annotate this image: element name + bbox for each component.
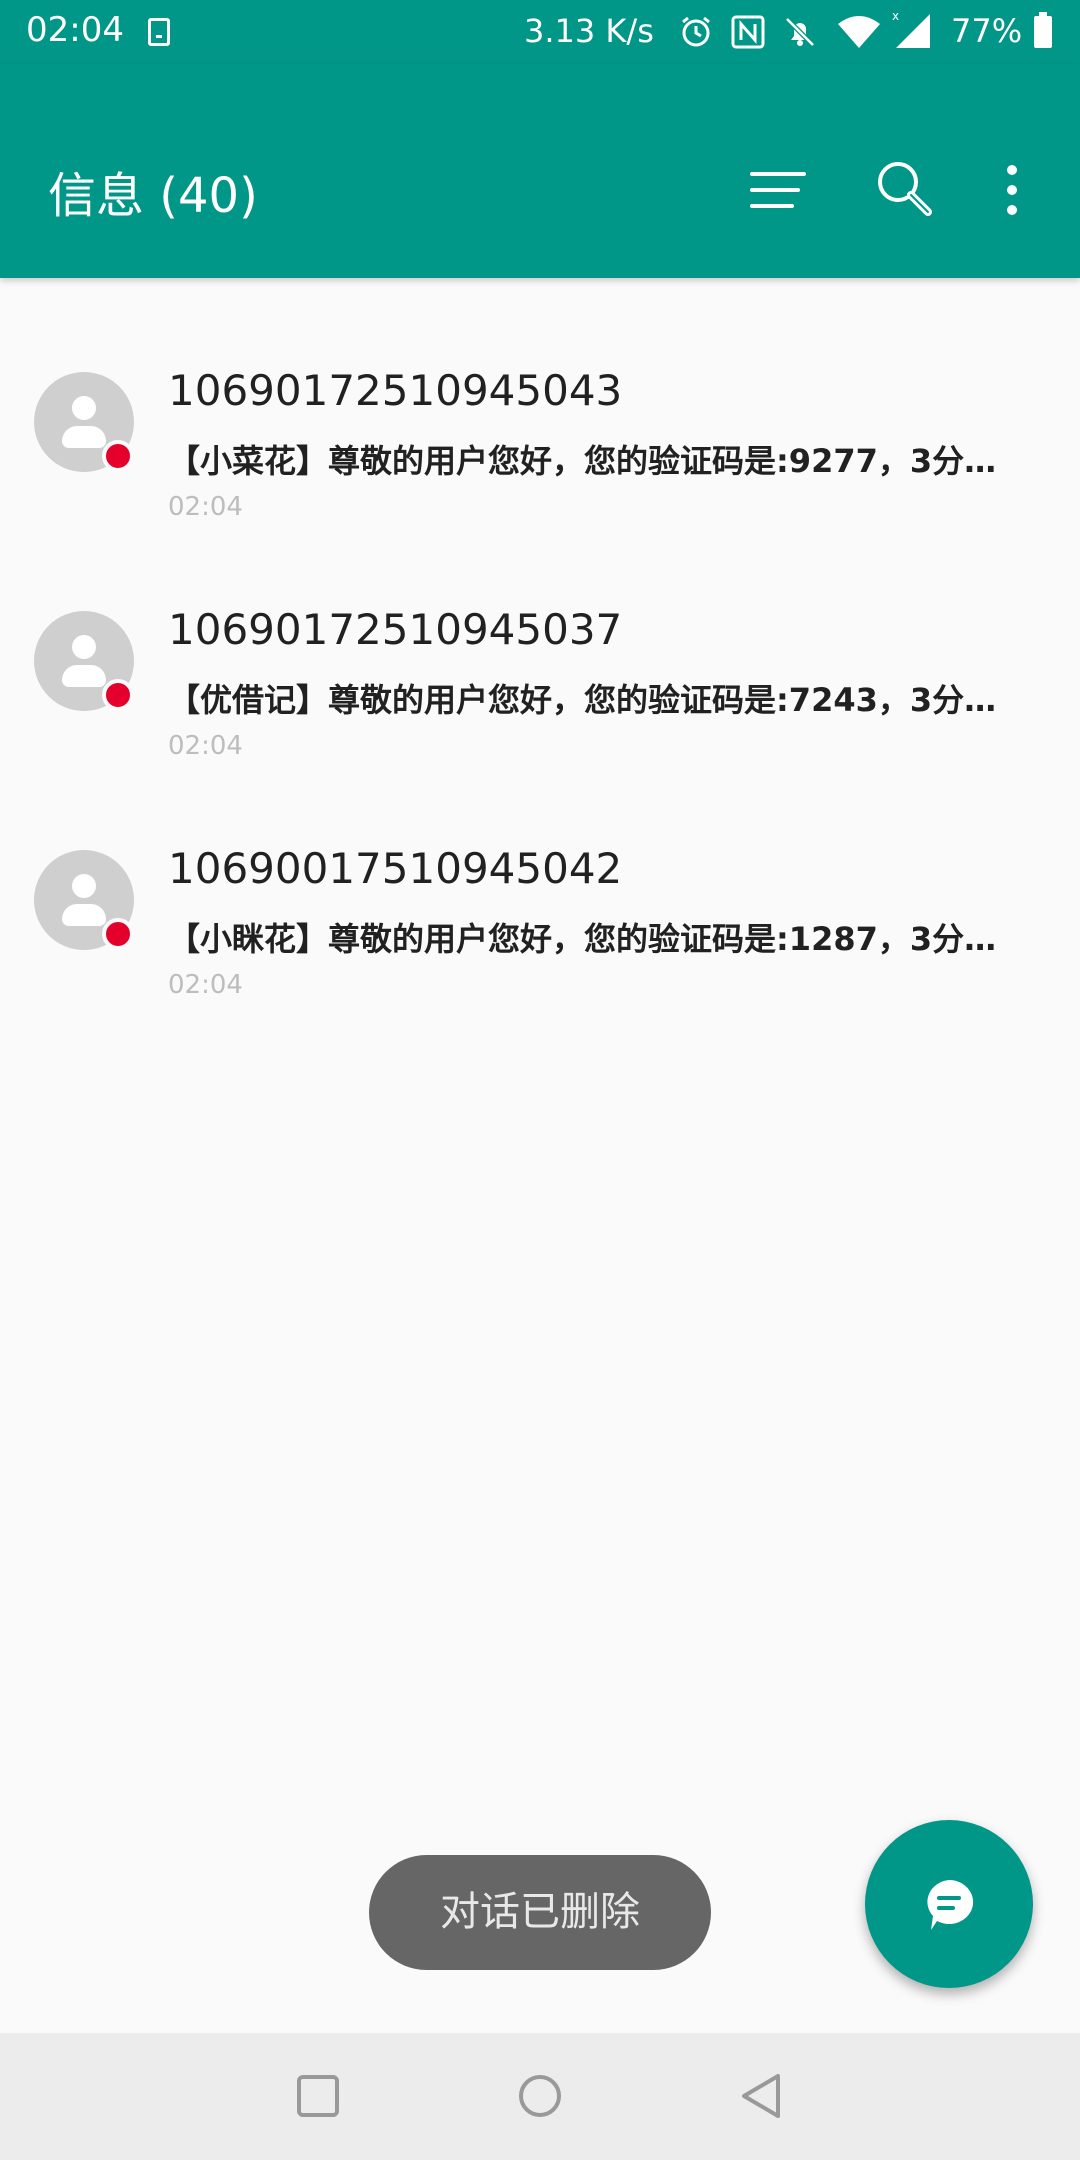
unread-indicator bbox=[102, 918, 134, 950]
unread-indicator bbox=[102, 440, 134, 472]
nfc-icon bbox=[731, 15, 765, 49]
conversation-sender: 10690172510945043 bbox=[168, 366, 623, 415]
conversation-snippet: 【小菜花】尊敬的用户您好，您的验证码是:9277，3分钟内有效 bbox=[168, 442, 1018, 480]
new-message-icon bbox=[927, 1879, 974, 1930]
page-title: 信息 (40) bbox=[48, 168, 258, 224]
toast-message: 对话已删除 bbox=[369, 1855, 711, 1970]
unread-indicator bbox=[102, 679, 134, 711]
conversation-sender: 10690172510945037 bbox=[168, 605, 623, 654]
more-vert-icon[interactable] bbox=[972, 150, 1052, 230]
new-message-button[interactable] bbox=[865, 1820, 1033, 1988]
network-speed: 3.13 K/s bbox=[524, 12, 654, 50]
battery-icon bbox=[1034, 12, 1052, 48]
status-time: 02:04 bbox=[26, 10, 124, 50]
person-icon bbox=[72, 874, 96, 898]
conversation-item[interactable]: 10690017510945042 【小眯花】尊敬的用户您好，您的验证码是:12… bbox=[0, 756, 1080, 1000]
status-bar: 02:04 3.13 K/s x 77% bbox=[0, 0, 1080, 64]
download-icon bbox=[148, 18, 170, 46]
signal-icon: x bbox=[892, 9, 930, 48]
battery-percent: 77% bbox=[951, 12, 1023, 50]
muted-bell-icon bbox=[785, 17, 815, 47]
conversation-list: 10690172510945043 【小菜花】尊敬的用户您好，您的验证码是:92… bbox=[0, 278, 1080, 1000]
recents-button[interactable] bbox=[278, 2061, 358, 2131]
conversation-sender: 10690017510945042 bbox=[168, 844, 623, 893]
home-button[interactable] bbox=[500, 2061, 580, 2131]
conversation-time: 02:04 bbox=[168, 970, 243, 1000]
svg-text:x: x bbox=[892, 9, 899, 23]
person-icon bbox=[72, 635, 96, 659]
app-bar: 信息 (40) bbox=[0, 64, 1080, 278]
avatar[interactable] bbox=[34, 611, 134, 711]
navigation-bar bbox=[0, 2033, 1080, 2160]
person-icon bbox=[72, 396, 96, 420]
conversation-snippet: 【优借记】尊敬的用户您好，您的验证码是:7243，3分钟内有效 bbox=[168, 681, 1018, 719]
search-icon[interactable] bbox=[866, 150, 946, 230]
filter-icon[interactable] bbox=[738, 150, 818, 230]
conversation-item[interactable]: 10690172510945043 【小菜花】尊敬的用户您好，您的验证码是:92… bbox=[0, 278, 1080, 522]
conversation-item[interactable]: 10690172510945037 【优借记】尊敬的用户您好，您的验证码是:72… bbox=[0, 517, 1080, 761]
conversation-snippet: 【小眯花】尊敬的用户您好，您的验证码是:1287，3分钟内有效 bbox=[168, 920, 1018, 958]
back-button[interactable] bbox=[722, 2061, 802, 2131]
wifi-icon bbox=[838, 16, 880, 48]
avatar[interactable] bbox=[34, 850, 134, 950]
avatar[interactable] bbox=[34, 372, 134, 472]
alarm-icon bbox=[682, 16, 710, 47]
